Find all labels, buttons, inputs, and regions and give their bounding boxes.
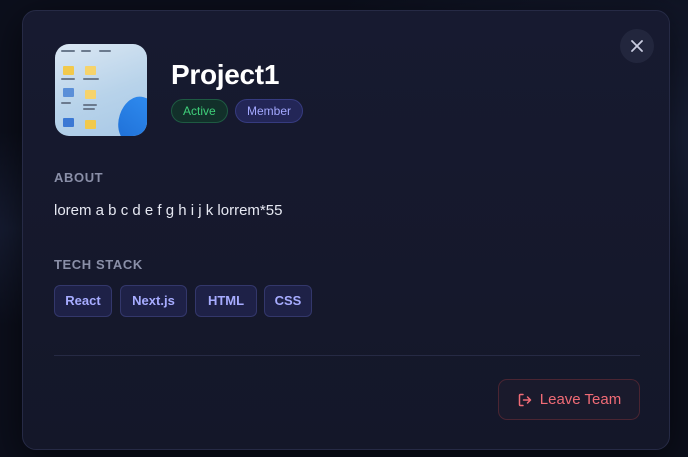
leave-team-button[interactable]: Leave Team — [498, 379, 640, 420]
logout-icon — [518, 393, 532, 406]
about-text: lorem a b c d e f g h i j k lorrem*55 — [54, 202, 283, 219]
footer-divider — [54, 355, 640, 356]
thumbnail-label — [81, 50, 91, 52]
thumbnail-folder-icon — [85, 120, 96, 129]
project-thumbnail — [55, 44, 147, 136]
thumbnail-label — [83, 108, 95, 110]
tech-chip-css: CSS — [264, 285, 312, 317]
thumbnail-wallpaper-swoosh — [112, 91, 147, 136]
thumbnail-label — [61, 78, 75, 80]
thumbnail-label — [99, 50, 111, 52]
project-details-modal: Project1 Active Member ABOUT lorem a b c… — [22, 10, 670, 450]
leave-team-label: Leave Team — [539, 391, 622, 408]
thumbnail-folder-icon — [63, 66, 74, 75]
project-title: Project1 — [171, 59, 280, 90]
tech-stack-heading: TECH STACK — [54, 257, 143, 272]
thumbnail-app-icon — [63, 118, 74, 127]
tech-chip-nextjs: Next.js — [120, 285, 187, 317]
tech-chip-react: React — [54, 285, 112, 317]
close-icon — [631, 40, 643, 52]
role-badge: Member — [235, 99, 304, 123]
thumbnail-label — [61, 50, 75, 52]
tech-chip-html: HTML — [195, 285, 257, 317]
thumbnail-folder-icon — [85, 90, 96, 99]
thumbnail-label — [83, 104, 97, 106]
thumbnail-monitor-icon — [63, 88, 74, 97]
thumbnail-folder-icon — [85, 66, 96, 75]
thumbnail-label — [83, 78, 99, 80]
thumbnail-label — [61, 102, 71, 104]
about-heading: ABOUT — [54, 170, 104, 185]
close-button[interactable] — [620, 29, 654, 63]
status-badge: Active — [171, 99, 228, 123]
